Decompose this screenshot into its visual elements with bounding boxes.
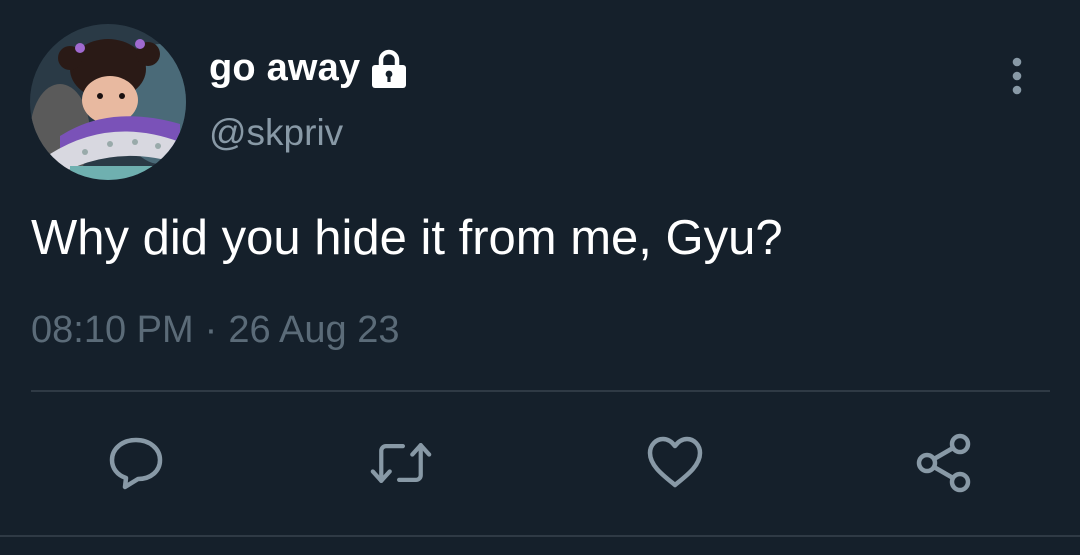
share-button[interactable] [913, 432, 975, 494]
reply-icon [109, 437, 163, 490]
divider [31, 390, 1050, 392]
avatar-image [30, 24, 186, 180]
tweet-text: Why did you hide it from me, Gyu? [31, 211, 783, 265]
user-handle[interactable]: @skpriv [209, 112, 343, 154]
tweet-card: go away @skpriv Why did you hide it from… [0, 0, 1080, 555]
bottom-divider [0, 535, 1080, 537]
avatar[interactable] [30, 24, 186, 180]
retweet-icon [370, 443, 432, 483]
lock-icon [368, 48, 410, 90]
like-button[interactable] [644, 432, 706, 494]
action-bar [0, 432, 1080, 494]
display-name[interactable]: go away [209, 47, 360, 90]
tweet-date: 26 Aug 23 [228, 309, 400, 351]
tweet-timestamp[interactable]: 08:10 PM · 26 Aug 23 [31, 309, 399, 352]
tweet-time: 08:10 PM [31, 309, 194, 351]
name-row: go away [209, 44, 410, 92]
heart-icon [647, 436, 703, 488]
meta-separator: · [204, 309, 218, 351]
reply-button[interactable] [105, 432, 167, 494]
share-icon [916, 433, 971, 493]
retweet-button[interactable] [370, 432, 432, 494]
more-vertical-icon[interactable] [1000, 54, 1034, 98]
